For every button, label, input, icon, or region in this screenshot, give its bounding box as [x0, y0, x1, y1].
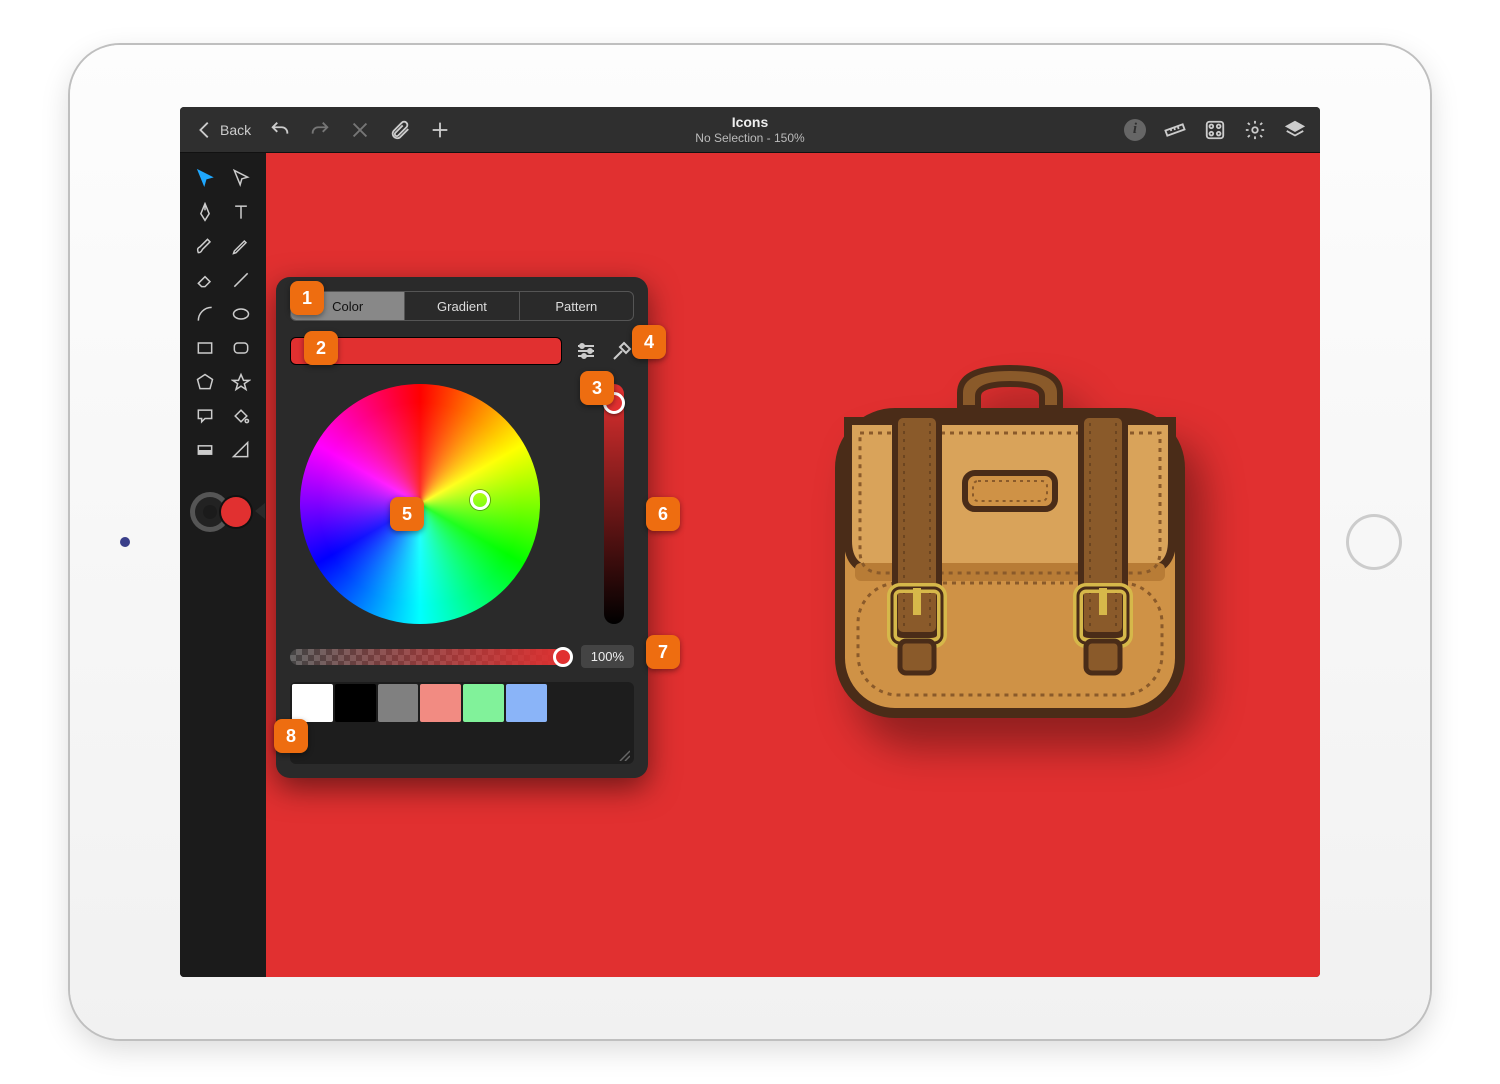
info-icon[interactable]: i	[1124, 119, 1146, 141]
swatch-empty[interactable]	[591, 684, 632, 722]
sliders-icon[interactable]	[574, 339, 598, 363]
tool-eraser[interactable]	[190, 265, 220, 295]
tool-brush[interactable]	[190, 231, 220, 261]
tool-round-rect[interactable]	[226, 333, 256, 363]
document-subtitle: No Selection - 150%	[695, 131, 804, 145]
callout-7: 7	[646, 635, 680, 669]
callout-1: 1	[290, 281, 324, 315]
tool-pen[interactable]	[190, 197, 220, 227]
back-button[interactable]: Back	[194, 119, 251, 141]
callout-5: 5	[390, 497, 424, 531]
tool-line[interactable]	[226, 265, 256, 295]
seg-pattern[interactable]: Pattern	[520, 292, 633, 320]
layers-icon[interactable]	[1284, 119, 1306, 141]
tool-sidebar	[180, 153, 266, 977]
attach-icon[interactable]	[389, 119, 411, 141]
swatch-empty[interactable]	[463, 724, 504, 762]
home-button[interactable]	[1346, 514, 1402, 570]
chevron-left-icon	[194, 119, 216, 141]
briefcase-artwork	[800, 333, 1220, 753]
swatch-empty[interactable]	[335, 724, 376, 762]
tool-text[interactable]	[226, 197, 256, 227]
fill-stroke-selector[interactable]	[193, 489, 253, 529]
swatch-empty[interactable]	[378, 724, 419, 762]
tool-star[interactable]	[226, 367, 256, 397]
undo-icon[interactable]	[269, 119, 291, 141]
tool-arc[interactable]	[190, 299, 220, 329]
swatch-gray[interactable]	[378, 684, 419, 722]
swatch-empty[interactable]	[549, 684, 590, 722]
swatch-blue[interactable]	[506, 684, 547, 722]
close-icon[interactable]	[349, 119, 371, 141]
app-screen: Back Icons No S	[180, 107, 1320, 977]
callout-8: 8	[274, 719, 308, 753]
eyedropper-icon[interactable]	[610, 339, 634, 363]
topbar: Back Icons No S	[180, 107, 1320, 153]
fill-type-segment: Color Gradient Pattern	[290, 291, 634, 321]
redo-icon[interactable]	[309, 119, 331, 141]
swatch-white[interactable]	[292, 684, 333, 722]
palette-resize-handle[interactable]	[618, 748, 630, 760]
tool-rect[interactable]	[190, 333, 220, 363]
grid-icon[interactable]	[1204, 119, 1226, 141]
callout-3: 3	[580, 371, 614, 405]
tool-fill-bucket[interactable]	[226, 401, 256, 431]
tool-select[interactable]	[190, 163, 220, 193]
opacity-slider[interactable]	[290, 649, 571, 665]
popover-arrow	[255, 503, 265, 519]
swatch-empty[interactable]	[506, 724, 547, 762]
document-title-block: Icons No Selection - 150%	[695, 114, 804, 145]
opacity-knob[interactable]	[553, 647, 573, 667]
fill-swatch[interactable]	[221, 497, 251, 527]
callout-6: 6	[646, 497, 680, 531]
tool-polygon[interactable]	[190, 367, 220, 397]
document-title: Icons	[695, 114, 804, 131]
opacity-value[interactable]: 100%	[581, 645, 634, 668]
add-icon[interactable]	[429, 119, 451, 141]
ruler-icon[interactable]	[1164, 119, 1186, 141]
seg-gradient[interactable]: Gradient	[405, 292, 519, 320]
swatch-red[interactable]	[420, 684, 461, 722]
brightness-slider[interactable]	[604, 384, 624, 624]
ipad-frame: Back Icons No S	[70, 45, 1430, 1039]
swatch-empty[interactable]	[420, 724, 461, 762]
callout-4: 4	[632, 325, 666, 359]
color-wheel-cursor[interactable]	[470, 490, 490, 510]
callout-2: 2	[304, 331, 338, 365]
tool-ellipse[interactable]	[226, 299, 256, 329]
gear-icon[interactable]	[1244, 119, 1266, 141]
back-label: Back	[220, 122, 251, 138]
tool-direct-select[interactable]	[226, 163, 256, 193]
camera	[120, 537, 130, 547]
tool-speech[interactable]	[190, 401, 220, 431]
swatch-palette	[290, 682, 634, 764]
swatch-green[interactable]	[463, 684, 504, 722]
tool-swatch[interactable]	[190, 435, 220, 465]
tool-gradient[interactable]	[226, 435, 256, 465]
tool-pencil[interactable]	[226, 231, 256, 261]
swatch-empty[interactable]	[549, 724, 590, 762]
swatch-black[interactable]	[335, 684, 376, 722]
